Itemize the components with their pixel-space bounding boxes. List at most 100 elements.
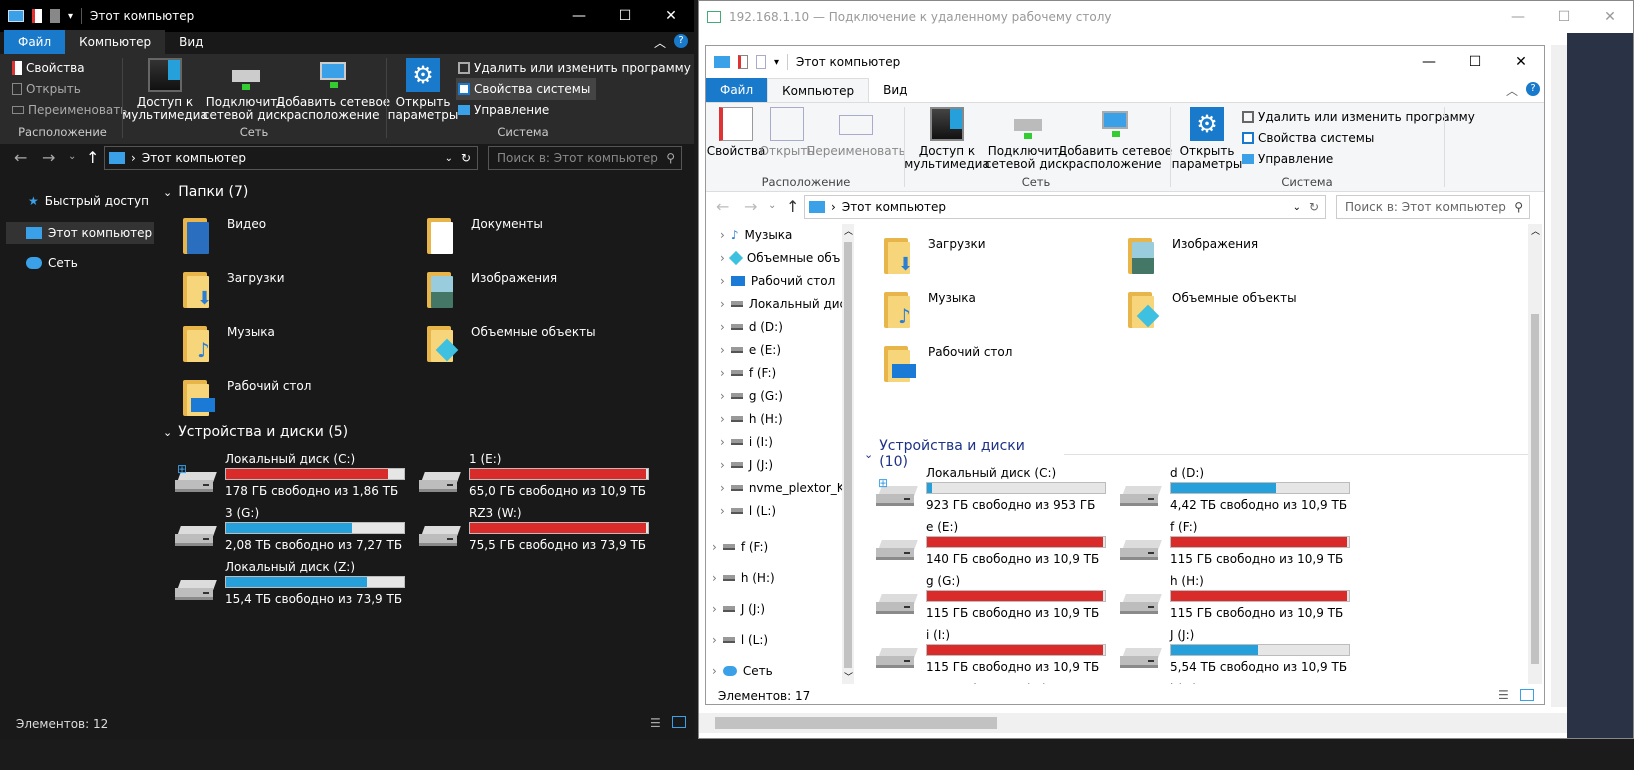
media-access-button[interactable]: Доступ к мультимедиа xyxy=(122,58,208,122)
chevron-right-icon[interactable]: › xyxy=(720,320,725,334)
qat-dropdown-icon[interactable]: ▾ xyxy=(774,57,779,68)
details-view-icon[interactable]: ☰ xyxy=(650,716,661,730)
tree-item[interactable]: › Объемные объ xyxy=(720,250,840,266)
ribbon-collapse-icon[interactable]: ︿ xyxy=(654,34,666,51)
inner-maximize-button[interactable]: ☐ xyxy=(1452,46,1498,78)
tab-view[interactable]: Вид xyxy=(165,30,217,54)
folder-3d-objects[interactable]: Объемные объекты xyxy=(423,320,596,370)
scroll-down-icon[interactable]: ﹀ xyxy=(844,670,853,683)
forward-arrow-icon[interactable]: → xyxy=(744,197,757,216)
tiles-view-icon[interactable] xyxy=(672,716,686,728)
back-arrow-icon[interactable]: ← xyxy=(716,197,729,216)
inner-tab-file[interactable]: Файл xyxy=(706,78,768,102)
folder-pictures[interactable]: Изображения xyxy=(423,266,557,316)
chevron-right-icon[interactable]: › xyxy=(720,343,725,357)
properties-qat-icon[interactable] xyxy=(32,9,42,23)
inner-map-drive-button[interactable]: Подключить сетевой диск xyxy=(985,107,1069,171)
chevron-right-icon[interactable]: › xyxy=(720,389,725,403)
ribbon-collapse-icon[interactable]: ︿ xyxy=(1506,82,1518,99)
tree-item[interactable]: › Рабочий стол xyxy=(720,274,835,288)
properties-button[interactable]: Свойства xyxy=(12,57,85,79)
nav-network[interactable]: Сеть xyxy=(26,256,78,270)
add-network-location-button[interactable]: Добавить сетевое расположение xyxy=(276,58,390,122)
folder-desktop[interactable]: Рабочий стол xyxy=(880,340,1012,390)
inner-close-button[interactable]: ✕ xyxy=(1498,46,1544,78)
uninstall-program-button[interactable]: Удалить или изменить программу xyxy=(458,57,691,79)
drive-item[interactable]: h (H:) 115 ГБ свободно из 10,9 ТБ xyxy=(1120,574,1360,624)
drive-item[interactable]: 3 (G:) 2,08 ТБ свободно из 7,27 ТБ xyxy=(175,506,415,556)
tree-item[interactable]: › d (D:) xyxy=(720,320,783,334)
chevron-right-icon[interactable]: › xyxy=(712,540,717,554)
inner-properties-button[interactable]: Свойства xyxy=(707,107,765,158)
inner-search-input[interactable]: Поиск в: Этот компьютер ⚲ xyxy=(1336,195,1530,219)
folder-downloads[interactable]: ⬇ Загрузки xyxy=(179,266,285,316)
drive-item[interactable]: e (E:) 140 ГБ свободно из 10,9 ТБ xyxy=(876,520,1116,570)
chevron-right-icon[interactable]: › xyxy=(720,435,725,449)
tree-item[interactable]: › i (I:) xyxy=(720,435,773,449)
chevron-right-icon[interactable]: › xyxy=(712,664,717,678)
tree-item[interactable]: › g (G:) xyxy=(720,389,783,403)
tree-item[interactable]: › l (L:) xyxy=(720,504,776,518)
inner-system-properties-button[interactable]: Свойства системы xyxy=(1242,127,1374,149)
nav-this-pc[interactable]: Этот компьютер xyxy=(6,222,154,244)
tree-item[interactable]: › ♪ Музыка xyxy=(720,228,792,242)
chevron-right-icon[interactable]: › xyxy=(720,274,725,288)
folder-desktop[interactable]: Рабочий стол xyxy=(179,374,311,424)
tree-item[interactable]: › l (L:) xyxy=(712,633,768,647)
tab-computer[interactable]: Компьютер xyxy=(65,30,166,54)
chevron-right-icon[interactable]: › xyxy=(720,366,725,380)
newfolder-qat-icon[interactable] xyxy=(50,9,60,23)
inner-tab-computer[interactable]: Компьютер xyxy=(767,78,870,102)
folders-section-header[interactable]: ⌄ Папки (7) xyxy=(163,184,248,200)
drive-item[interactable]: g (G:) 115 ГБ свободно из 10,9 ТБ xyxy=(876,574,1116,624)
folder-video[interactable]: Видео xyxy=(179,212,266,262)
drive-item[interactable]: i (I:) 115 ГБ свободно из 10,9 ТБ xyxy=(876,628,1116,678)
address-dropdown-icon[interactable]: ⌄ xyxy=(445,153,453,164)
history-dropdown-icon[interactable]: ⌄ xyxy=(68,151,76,162)
qat-dropdown-icon[interactable]: ▾ xyxy=(68,11,73,22)
back-arrow-icon[interactable]: ← xyxy=(14,148,27,167)
drive-item[interactable]: ⊞ Локальный диск (C:) 178 ГБ свободно из 1… xyxy=(175,452,415,502)
history-dropdown-icon[interactable]: ⌄ xyxy=(768,200,776,211)
refresh-icon[interactable]: ↻ xyxy=(1309,200,1319,214)
search-input[interactable]: Поиск в: Этот компьютер ⚲ xyxy=(488,146,682,170)
help-icon[interactable]: ? xyxy=(674,34,688,48)
open-settings-button[interactable]: ⚙ Открыть параметры xyxy=(388,58,458,122)
nav-quick-access[interactable]: ★ Быстрый доступ xyxy=(28,194,149,208)
drive-item[interactable]: J (J:) 5,54 ТБ свободно из 10,9 ТБ xyxy=(1120,628,1360,678)
forward-arrow-icon[interactable]: → xyxy=(42,148,55,167)
details-view-icon[interactable]: ☰ xyxy=(1498,688,1509,702)
help-icon[interactable]: ? xyxy=(1526,82,1540,96)
chevron-right-icon[interactable]: › xyxy=(720,458,725,472)
tree-scrollbar[interactable]: ︿ ﹀ xyxy=(842,224,854,684)
drive-item[interactable]: 1 (E:) 65,0 ГБ свободно из 10,9 ТБ xyxy=(419,452,659,502)
drive-item[interactable]: ⊞ Локальный диск (C:) 923 ГБ свободно из 9… xyxy=(876,466,1116,516)
tiles-view-icon[interactable] xyxy=(1520,689,1534,701)
tree-item[interactable]: › Локальный дис xyxy=(720,297,846,311)
rdp-horizontal-scrollbar[interactable] xyxy=(699,713,1567,733)
chevron-right-icon[interactable]: › xyxy=(720,412,725,426)
rdp-maximize-button[interactable]: ☐ xyxy=(1541,1,1587,33)
inner-minimize-button[interactable]: — xyxy=(1406,46,1452,78)
inner-media-access-button[interactable]: Доступ к мультимедиа xyxy=(904,107,990,171)
chevron-right-icon[interactable]: › xyxy=(712,602,717,616)
inner-open-button[interactable]: Открыть xyxy=(760,107,814,158)
tree-item[interactable]: › h (H:) xyxy=(712,571,775,585)
scroll-up-icon[interactable]: ︿ xyxy=(844,224,853,237)
chevron-right-icon[interactable]: › xyxy=(720,504,725,518)
tree-item[interactable]: › f (F:) xyxy=(712,540,768,554)
inner-rename-button[interactable]: Переименовать xyxy=(806,107,906,158)
address-bar[interactable]: › Этот компьютер ⌄ ↻ xyxy=(104,146,478,170)
inner-manage-button[interactable]: Управление xyxy=(1242,148,1333,170)
chevron-right-icon[interactable]: › xyxy=(720,481,725,495)
refresh-icon[interactable]: ↻ xyxy=(461,151,471,165)
rdp-minimize-button[interactable]: — xyxy=(1495,1,1541,33)
drive-item[interactable]: f (F:) 115 ГБ свободно из 10,9 ТБ xyxy=(1120,520,1360,570)
minimize-button[interactable]: — xyxy=(556,0,602,32)
scroll-up-icon[interactable]: ︿ xyxy=(1531,224,1540,237)
tree-item[interactable]: › nvme_plextor_K xyxy=(720,481,845,495)
chevron-right-icon[interactable]: › xyxy=(720,251,725,265)
drive-item[interactable]: l (L:)275 ГБ свободно из 10,9 ТБ xyxy=(1120,682,1360,684)
rdp-vertical-scrollbar[interactable] xyxy=(1551,45,1567,707)
drive-item[interactable]: d (D:) 4,42 ТБ свободно из 10,9 ТБ xyxy=(1120,466,1360,516)
